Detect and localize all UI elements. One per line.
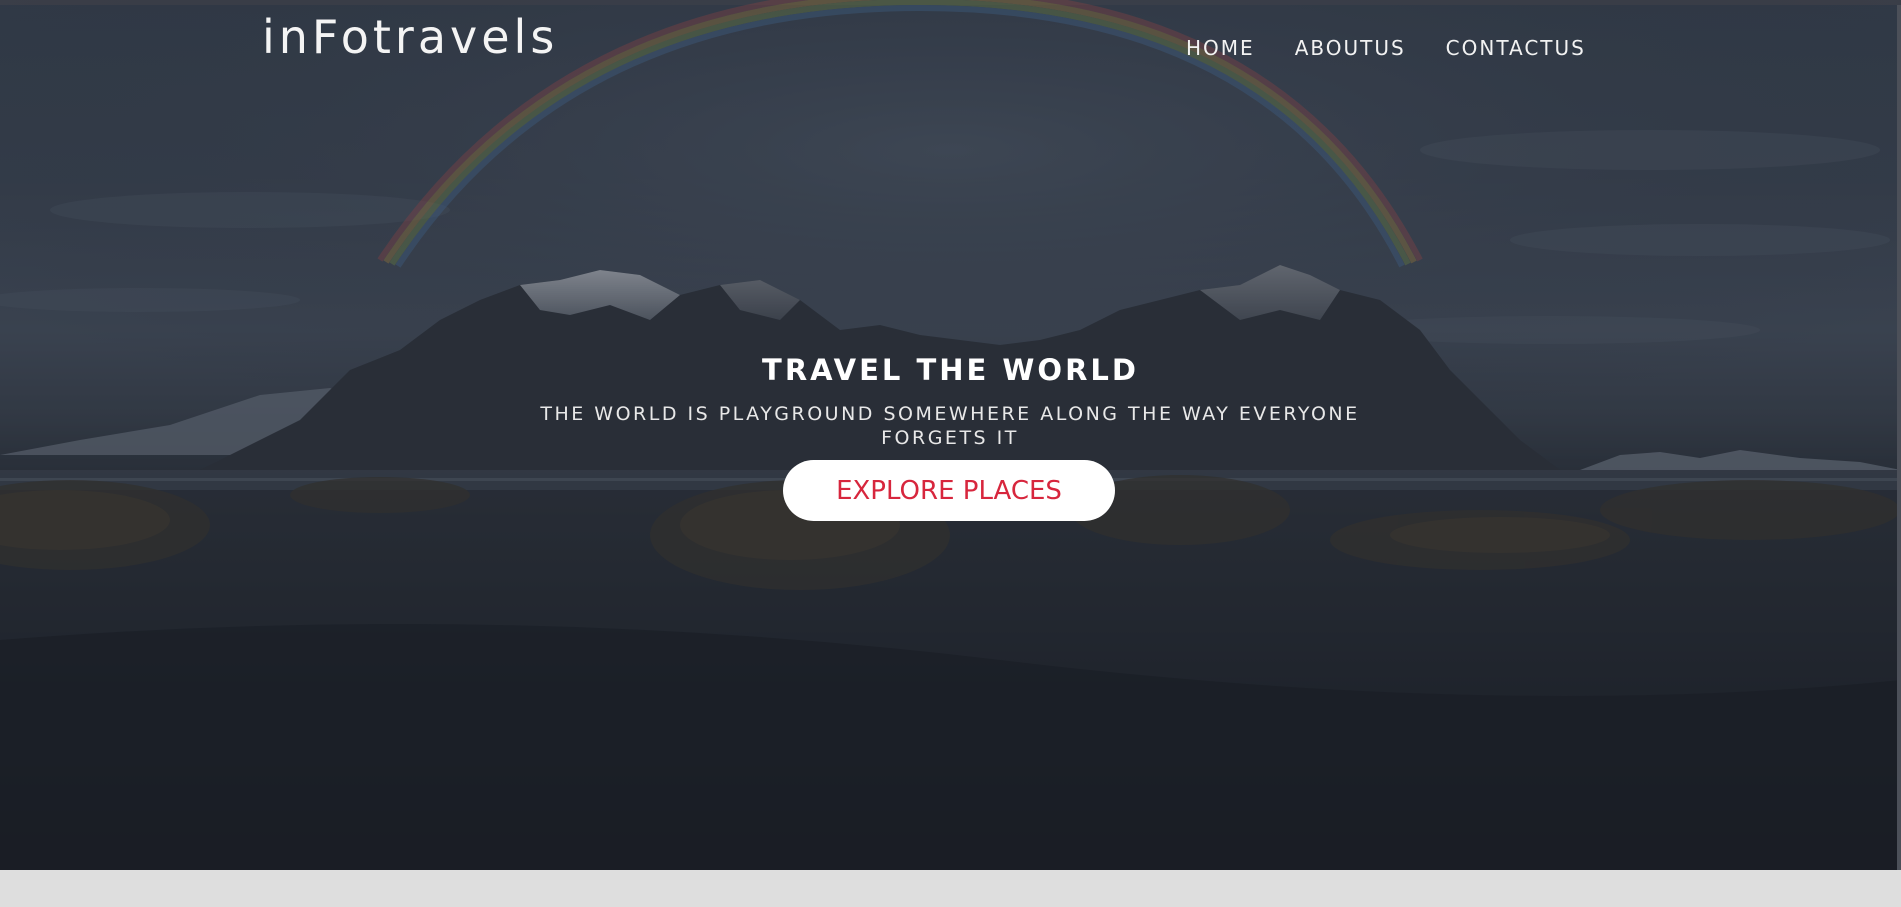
hero-subtitle: THE WORLD IS PLAYGROUND SOMEWHERE ALONG … xyxy=(540,403,1360,449)
explore-places-button[interactable]: EXPLORE PLACES xyxy=(783,460,1115,521)
nav-item-aboutus[interactable]: ABOUTUS xyxy=(1295,36,1406,60)
hero-title: TRAVEL THE WORLD xyxy=(762,353,1139,387)
main-nav: HOME ABOUTUS CONTACTUS xyxy=(1186,36,1626,60)
page-bottom-area xyxy=(0,870,1901,907)
site-logo[interactable]: inFotravels xyxy=(262,10,558,64)
nav-item-home[interactable]: HOME xyxy=(1186,36,1255,60)
nav-item-contactus[interactable]: CONTACTUS xyxy=(1446,36,1586,60)
hero-section: inFotravels HOME ABOUTUS CONTACTUS TRAVE… xyxy=(0,0,1901,870)
scrollbar-track[interactable] xyxy=(1897,5,1901,870)
